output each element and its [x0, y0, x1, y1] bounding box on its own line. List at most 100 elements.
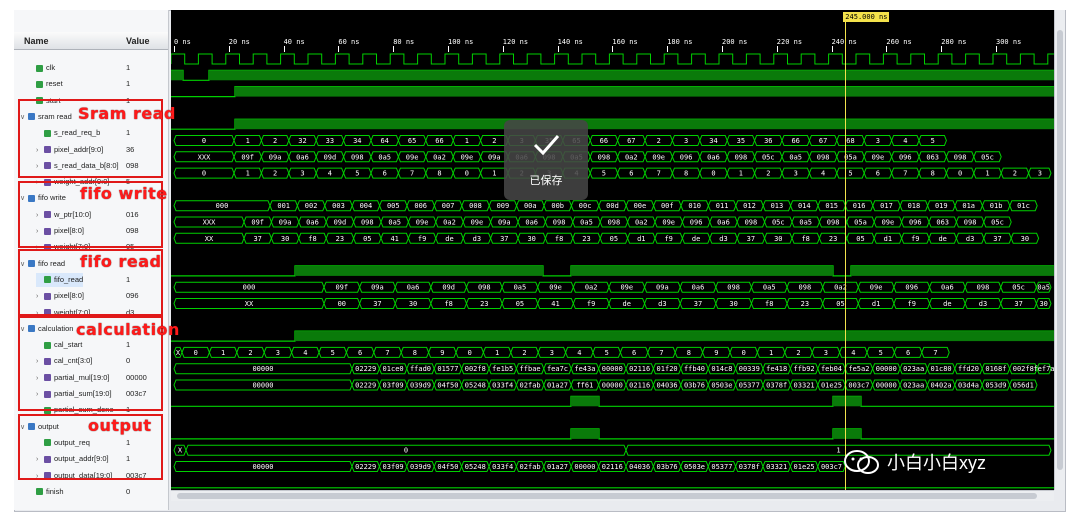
- pixel-w-value: 098: [361, 219, 374, 227]
- weight-w-value: 23: [582, 235, 590, 243]
- partial-mul-value: 00339: [739, 365, 760, 373]
- cal-cnt-value: 0: [742, 349, 746, 357]
- cal-cnt-value: 0: [468, 349, 472, 357]
- s-read-data-value: 098: [598, 153, 611, 161]
- partial-mul-value: 023aa: [903, 365, 924, 373]
- output-data-value: 02229: [355, 463, 376, 471]
- weight-addr-value: 3: [300, 170, 304, 178]
- partial-mul-value: fea7c: [547, 365, 568, 373]
- partial-sum-value: 04f50: [437, 382, 458, 390]
- weight-r-value: d3: [658, 300, 666, 308]
- cal-cnt-value: 7: [385, 349, 389, 357]
- weight-r-value: 30: [1039, 300, 1047, 308]
- pixel-addr-value: 1: [465, 137, 469, 145]
- cal-cnt-value: 2: [248, 349, 252, 357]
- s-read-data-value: 05c: [762, 153, 775, 161]
- wechat-icon: [844, 450, 879, 474]
- cal-cnt-value: 5: [605, 349, 609, 357]
- w-ptr-value: 018: [908, 202, 921, 210]
- vertical-scroll-thumb[interactable]: [1057, 30, 1063, 470]
- weight-addr-value: 5: [602, 170, 606, 178]
- annotation-sram-read: Sram read: [78, 104, 176, 123]
- weight-w-value: 37: [747, 235, 755, 243]
- pixel-addr-value: 2: [273, 137, 277, 145]
- cal-cnt-value: 1: [495, 349, 499, 357]
- w-ptr-value: 019: [935, 202, 948, 210]
- signal-value: 0: [126, 486, 131, 496]
- weight-addr-value: 4: [821, 170, 825, 178]
- weight-w-value: f9: [418, 235, 426, 243]
- vertical-scrollbar[interactable]: [1054, 10, 1065, 490]
- cal-cnt-value: 7: [659, 349, 663, 357]
- s-read-data-value: 098: [817, 153, 830, 161]
- pixel-r-value: 09e: [870, 284, 883, 292]
- horizontal-scroll-thumb[interactable]: [177, 493, 1037, 499]
- weight-addr-value: 1: [492, 170, 496, 178]
- pixel-w-value: 098: [745, 219, 758, 227]
- pixel-addr-value: 66: [600, 137, 608, 145]
- time-cursor[interactable]: [845, 18, 847, 490]
- pixel-r-value: 000: [243, 284, 256, 292]
- pixel-w-value: 09e: [471, 219, 484, 227]
- weight-w-value: f9: [911, 235, 919, 243]
- partial-mul-value: fe43a: [574, 365, 595, 373]
- weight-w-value: d3: [966, 235, 974, 243]
- cal-cnt-value: 7: [933, 349, 937, 357]
- partial-sum-value: 023aa: [903, 382, 924, 390]
- cal-cnt-value: 2: [796, 349, 800, 357]
- output-req-trace-fill: [833, 428, 861, 439]
- partial-mul-value: 01f20: [657, 365, 678, 373]
- name-column-header[interactable]: Name: [14, 32, 118, 50]
- output-data-value: 0503e: [684, 463, 705, 471]
- weight-r-value: 30: [729, 300, 737, 308]
- weight-addr-value: 7: [657, 170, 661, 178]
- weight-addr-value: 2: [273, 170, 277, 178]
- s-read-data-value: XXX: [198, 153, 211, 161]
- weight-w-value: 30: [281, 235, 289, 243]
- s-read-data-value: 096: [680, 153, 693, 161]
- weight-w-value: 23: [336, 235, 344, 243]
- pixel-w-value: 05c: [991, 219, 1004, 227]
- pixel-w-value: 0a5: [580, 219, 593, 227]
- pixel-w-value: 09f: [251, 219, 264, 227]
- w-ptr-value: 00d: [606, 202, 619, 210]
- w-ptr-value: 01a: [962, 202, 975, 210]
- partial-sum-value: 03321: [794, 382, 815, 390]
- cal-cnt-value: 9: [440, 349, 444, 357]
- waveform-canvas[interactable]: 0 ns 20 ns 40 ns 60 ns 80 ns 100 ns 120 ns 140 …: [171, 10, 1054, 490]
- cal-cnt-value: 8: [687, 349, 691, 357]
- signal-row-clk[interactable]: clk: [28, 61, 55, 75]
- signal-row-reset[interactable]: reset: [28, 77, 63, 91]
- output-req-trace: [171, 428, 1054, 440]
- s-read-data-value: 0a5: [789, 153, 802, 161]
- signal-row-finish[interactable]: finish: [28, 485, 64, 499]
- output-data-value: 02116: [602, 463, 623, 471]
- pixel-w-value: 096: [690, 219, 703, 227]
- output-data-value: 04036: [629, 463, 650, 471]
- horizontal-scrollbar[interactable]: [171, 490, 1054, 501]
- weight-addr-value: 1: [739, 170, 743, 178]
- cursor-time-label: 245.000 ns: [843, 12, 890, 22]
- waveform-traces: 0123233346465661233565666723343536666768…: [171, 53, 1054, 489]
- weight-addr-value: 8: [931, 170, 935, 178]
- pixel-w-value: 098: [553, 219, 566, 227]
- pixel-addr-value: 33: [326, 137, 334, 145]
- weight-r-value: 05: [516, 300, 524, 308]
- partial-sum-done-trace-fill: [571, 396, 599, 407]
- pixel-r-value: 0a6: [941, 284, 954, 292]
- pixel-w-value: 096: [909, 219, 922, 227]
- partial-sum-value: 05248: [465, 382, 486, 390]
- w-ptr-value: 007: [442, 202, 455, 210]
- pixel-r-value: 09d: [442, 284, 455, 292]
- s-read-data-value: 098: [735, 153, 748, 161]
- weight-addr-value: 2: [1013, 170, 1017, 178]
- weight-addr-value: 7: [903, 170, 907, 178]
- pixel-r-value: 0a2: [585, 284, 598, 292]
- output-data-value: 01a27: [547, 463, 568, 471]
- value-column-header[interactable]: Value: [118, 32, 168, 50]
- partial-mul-value: ffad0: [410, 365, 431, 373]
- pixel-r-value: 09a: [656, 284, 669, 292]
- w-ptr-value: 012: [743, 202, 756, 210]
- partial-mul-value: fe418: [766, 365, 787, 373]
- pixel-r-value: 098: [799, 284, 812, 292]
